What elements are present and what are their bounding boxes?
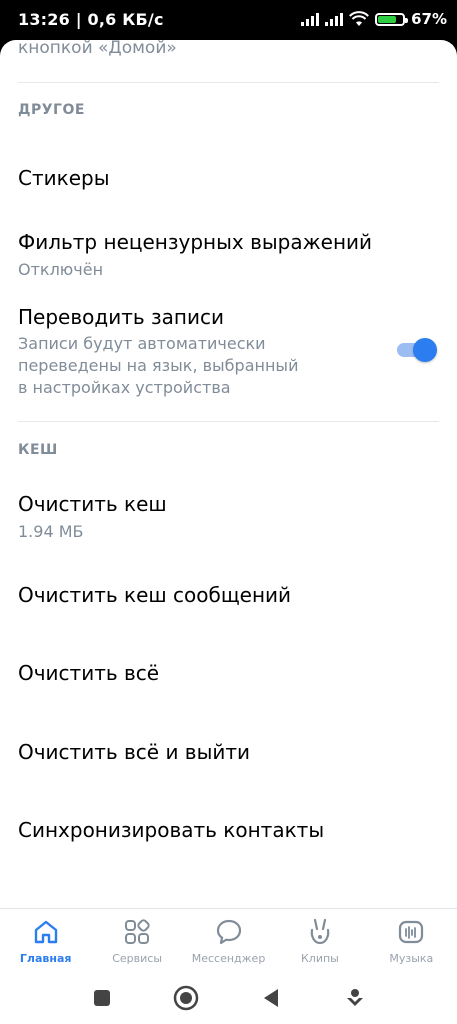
description-line: Записи будут автоматически — [18, 334, 266, 353]
system-nav-bar — [0, 972, 457, 1024]
clear-cache-title: Очистить кеш — [18, 492, 167, 516]
settings-sheet: кнопкой «Домой» ДРУГОЕ Стикеры Фильтр не… — [0, 40, 457, 908]
assistant-button[interactable] — [335, 978, 375, 1018]
status-time: 13:26 | 0,6 КБ/с — [18, 10, 164, 29]
messenger-icon — [216, 919, 241, 945]
sync-contacts-item[interactable]: Синхронизировать контакты — [18, 818, 439, 842]
home-icon — [34, 920, 57, 944]
divider — [18, 421, 439, 422]
tab-services[interactable]: Сервисы — [91, 909, 182, 973]
section-header-other: ДРУГОЕ — [18, 102, 85, 118]
clear-cache-size: 1.94 МБ — [18, 522, 84, 541]
back-triangle-icon — [263, 989, 278, 1007]
translate-posts-description: Записи будут автоматически переведены на… — [18, 333, 439, 399]
assistant-icon — [346, 989, 363, 1006]
clear-messages-cache-item[interactable]: Очистить кеш сообщений — [18, 583, 439, 607]
square-icon — [94, 990, 111, 1006]
tab-label: Сервисы — [112, 952, 162, 965]
section-header-cache: КЕШ — [18, 442, 58, 458]
description-line: в настройках устройства — [18, 378, 231, 397]
tab-music[interactable]: Музыка — [366, 909, 457, 973]
tab-label: Мессенджер — [191, 952, 266, 965]
clips-icon — [310, 918, 330, 945]
wifi-icon — [349, 11, 370, 26]
tab-messenger[interactable]: Мессенджер — [183, 909, 274, 973]
divider — [18, 82, 439, 83]
home-nav-button[interactable] — [166, 978, 206, 1018]
translate-posts-title: Переводить записи — [18, 305, 224, 329]
toggle-thumb — [413, 338, 437, 362]
recent-apps-button[interactable] — [82, 978, 122, 1018]
services-icon — [125, 919, 150, 944]
tab-home[interactable]: Главная — [0, 909, 91, 973]
partial-top-text: кнопкой «Домой» — [18, 40, 177, 58]
clear-all-item[interactable]: Очистить всё — [18, 661, 439, 685]
bottom-tab-bar: Главная Сервисы Мессенджер Клипы Музыка — [0, 908, 457, 973]
clear-cache-item[interactable]: Очистить кеш 1.94 МБ — [18, 492, 439, 541]
profanity-filter-title: Фильтр нецензурных выражений — [18, 230, 373, 254]
back-button[interactable] — [251, 978, 291, 1018]
circle-icon — [174, 985, 199, 1011]
profanity-filter-value: Отключён — [18, 260, 104, 279]
music-icon — [399, 920, 424, 944]
translate-posts-toggle[interactable] — [397, 338, 437, 362]
battery-icon — [375, 12, 409, 26]
tab-clips[interactable]: Клипы — [274, 909, 365, 973]
battery-percent: 67% — [411, 10, 447, 28]
signal-icon — [301, 12, 320, 26]
description-line: переведены на язык, выбранный — [18, 356, 299, 375]
tab-label: Музыка — [389, 952, 434, 965]
tab-label: Главная — [19, 952, 72, 965]
stickers-item[interactable]: Стикеры — [18, 166, 439, 190]
tab-label: Клипы — [300, 952, 339, 965]
translate-posts-item[interactable]: Переводить записи Записи будут автоматич… — [18, 305, 439, 399]
status-bar: 13:26 | 0,6 КБ/с 67% — [0, 0, 457, 40]
signal-icon-2 — [325, 12, 344, 26]
status-icons: 67% — [301, 10, 447, 28]
clear-all-logout-item[interactable]: Очистить всё и выйти — [18, 740, 439, 764]
profanity-filter-item[interactable]: Фильтр нецензурных выражений Отключён — [18, 230, 439, 279]
